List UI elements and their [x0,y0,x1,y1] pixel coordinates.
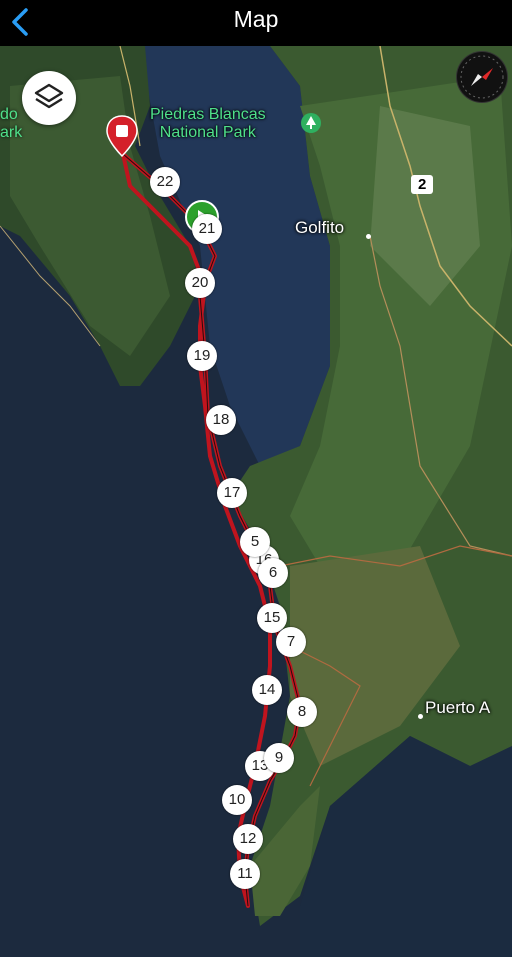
map-layers-button[interactable] [22,71,76,125]
waypoint-marker[interactable]: 9 [264,743,294,773]
compass-icon [460,55,504,99]
compass-button[interactable] [457,52,507,102]
waypoint-marker[interactable]: 18 [206,405,236,435]
park-label-partial: do ark [0,106,23,141]
waypoint-marker[interactable]: 17 [217,478,247,508]
town-dot [418,714,423,719]
waypoint-marker[interactable]: 8 [287,697,317,727]
waypoint-marker[interactable]: 10 [222,785,252,815]
satellite-map [0,46,512,957]
page-title: Map [233,6,279,32]
park-icon [301,113,321,133]
waypoint-marker[interactable]: 5 [240,527,270,557]
layers-icon [34,83,64,109]
waypoint-marker[interactable]: 21 [192,214,222,244]
waypoint-marker[interactable]: 7 [276,627,306,657]
waypoint-marker[interactable]: 12 [233,824,263,854]
waypoint-marker[interactable]: 11 [230,859,260,889]
park-label: Piedras Blancas National Park [150,106,266,141]
end-pin-icon[interactable] [105,114,139,160]
map-view[interactable]: Piedras Blancas National Park do ark Gol… [0,46,512,957]
top-bar: Map [0,0,512,46]
waypoint-marker[interactable]: 20 [185,268,215,298]
town-label-puerto: Puerto A [425,698,491,717]
town-dot [366,234,371,239]
town-label-golfito: Golfito [295,218,345,237]
waypoint-marker[interactable]: 14 [252,675,282,705]
waypoint-marker[interactable]: 19 [187,341,217,371]
waypoint-marker[interactable]: 22 [150,167,180,197]
waypoint-marker[interactable]: 6 [258,558,288,588]
road-number-badge: 2 [411,175,434,194]
